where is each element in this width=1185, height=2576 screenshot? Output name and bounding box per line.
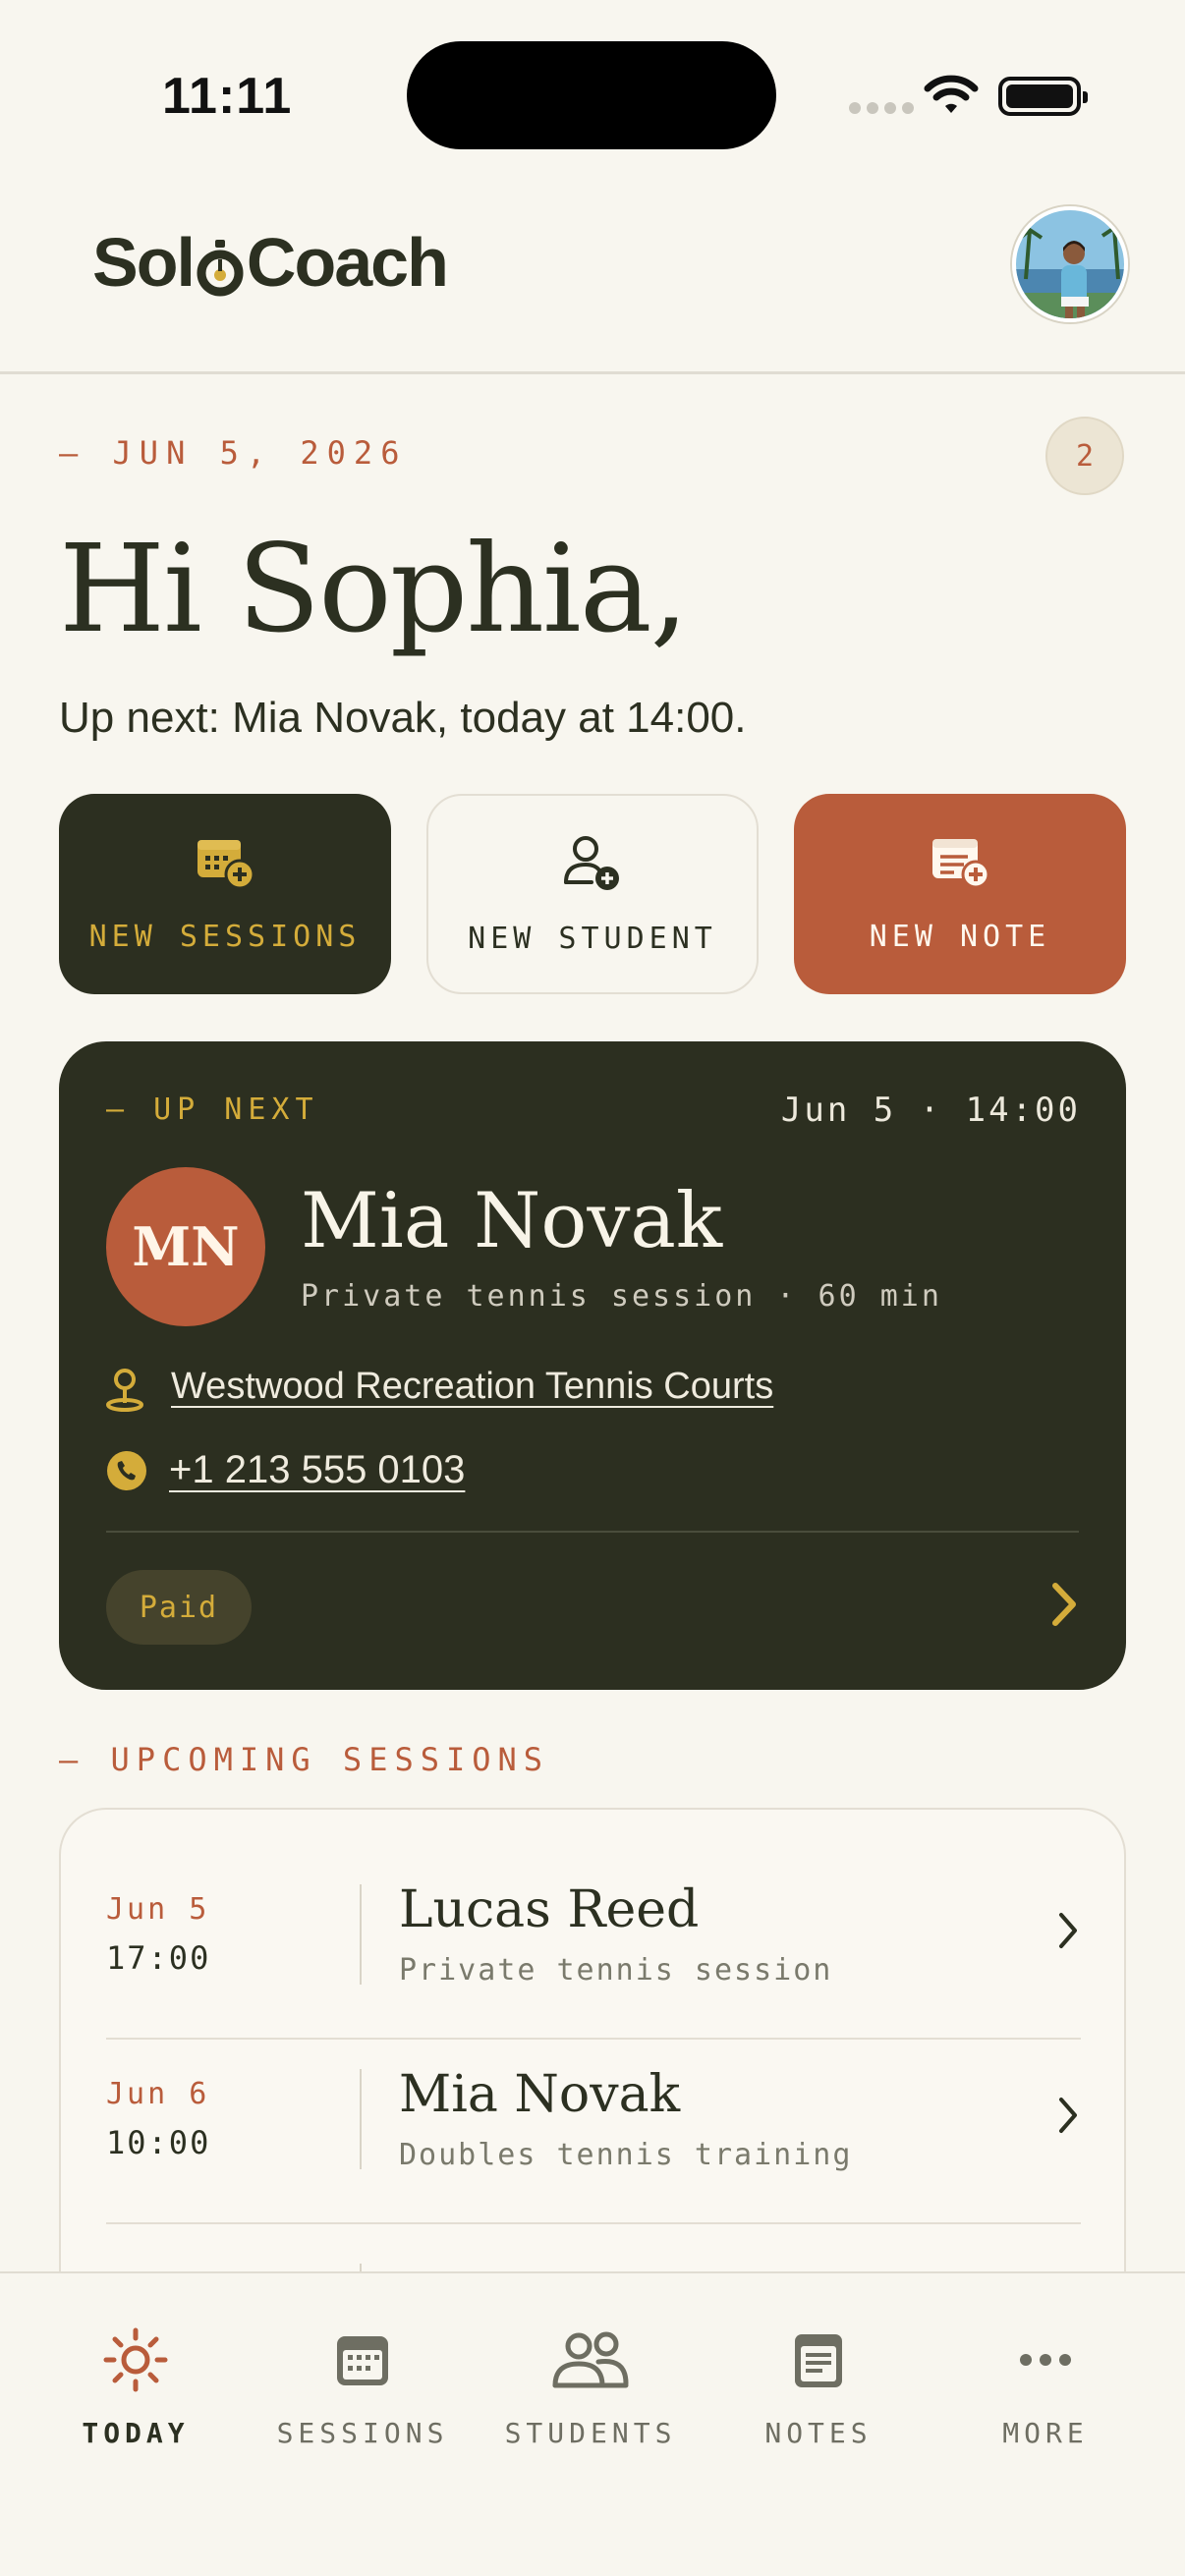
current-date: — JUN 5, 2026 — [59, 434, 408, 472]
up-next-datetime: Jun 5 · 14:00 — [780, 1091, 1081, 1130]
session-date: Jun 6 — [106, 2077, 210, 2111]
session-type: Doubles tennis training — [399, 2138, 853, 2172]
row-divider — [106, 2222, 1081, 2224]
dynamic-island — [407, 41, 776, 149]
tab-notes[interactable]: NOTES — [720, 2324, 917, 2449]
chevron-right-icon — [1059, 1913, 1077, 1948]
location-pin-icon — [106, 1369, 143, 1412]
cellular-signal-icon — [849, 102, 914, 114]
tab-more[interactable]: MORE — [947, 2324, 1144, 2449]
chevron-right-icon[interactable] — [1047, 1580, 1081, 1629]
wifi-icon — [924, 75, 979, 113]
tab-sessions[interactable]: SESSIONS — [264, 2324, 461, 2449]
up-next-label: — UP NEXT — [106, 1092, 319, 1127]
up-next-student-name: Mia Novak — [301, 1177, 723, 1265]
session-time: 10:00 — [106, 2124, 211, 2161]
tab-more-label: MORE — [1002, 2417, 1089, 2449]
new-note-label: NEW NOTE — [869, 919, 1051, 954]
calendar-icon — [337, 2336, 388, 2385]
session-date: Jun 5 — [106, 1892, 210, 1927]
tab-sessions-label: SESSIONS — [276, 2417, 449, 2449]
student-initials-avatar: MN — [106, 1167, 265, 1326]
session-time: 17:00 — [106, 1939, 211, 1977]
sun-icon — [103, 2327, 168, 2392]
chevron-right-icon — [1059, 2098, 1077, 2133]
student-phone-link[interactable]: +1 213 555 0103 — [169, 1448, 465, 1492]
tab-notes-label: NOTES — [764, 2417, 873, 2449]
logo-text-left: Sol — [92, 224, 196, 301]
session-type: Private tennis session — [399, 1953, 833, 1988]
session-row[interactable]: Jun 5 17:00 Lucas Reed Private tennis se… — [106, 1855, 1081, 2040]
phone-icon — [107, 1451, 146, 1490]
notification-badge[interactable]: 2 — [1045, 417, 1124, 495]
card-divider — [106, 1531, 1079, 1533]
session-location-link[interactable]: Westwood Recreation Tennis Courts — [171, 1366, 773, 1408]
new-student-button[interactable]: NEW STUDENT — [426, 794, 759, 994]
row-separator — [360, 2069, 362, 2169]
tab-today[interactable]: TODAY — [37, 2324, 234, 2449]
new-note-button[interactable]: NEW NOTE — [794, 794, 1126, 994]
tab-students[interactable]: STUDENTS — [492, 2324, 689, 2449]
upcoming-sessions-heading: — UPCOMING SESSIONS — [59, 1741, 550, 1778]
app-logo[interactable]: Sol Coach — [92, 218, 449, 307]
status-time: 11:11 — [162, 68, 293, 125]
session-student-name: Mia Novak — [399, 2065, 681, 2124]
session-row[interactable]: Jun 6 10:00 Mia Novak Doubles tennis tra… — [106, 2040, 1081, 2224]
users-icon — [552, 2331, 629, 2388]
tab-today-label: TODAY — [82, 2417, 190, 2449]
calendar-plus-icon — [198, 839, 255, 889]
tab-students-label: STUDENTS — [504, 2417, 677, 2449]
new-sessions-button[interactable]: NEW SESSIONS — [59, 794, 391, 994]
row-separator — [360, 1884, 362, 1985]
header-divider — [0, 371, 1185, 374]
new-student-label: NEW STUDENT — [468, 921, 717, 956]
session-student-name: Lucas Reed — [399, 1880, 700, 1939]
more-icon — [1020, 2354, 1071, 2366]
greeting-title: Hi Sophia, — [59, 519, 689, 660]
greeting-subtitle: Up next: Mia Novak, today at 14:00. — [59, 694, 747, 742]
stopwatch-logo-icon — [196, 234, 245, 297]
up-next-session-details: Private tennis session · 60 min — [301, 1279, 942, 1314]
battery-icon — [998, 77, 1088, 116]
new-sessions-label: NEW SESSIONS — [88, 919, 362, 954]
bottom-tab-bar: TODAY SESSIONS STUDENTS NOTES MORE — [0, 2271, 1185, 2576]
profile-avatar[interactable] — [1012, 206, 1128, 322]
user-plus-icon — [564, 835, 619, 890]
notes-icon — [795, 2334, 842, 2387]
note-plus-icon — [932, 838, 990, 888]
logo-text-right: Coach — [246, 224, 449, 301]
up-next-card[interactable]: — UP NEXT Jun 5 · 14:00 MN Mia Novak Pri… — [59, 1041, 1126, 1690]
payment-status-badge: Paid — [106, 1570, 252, 1645]
